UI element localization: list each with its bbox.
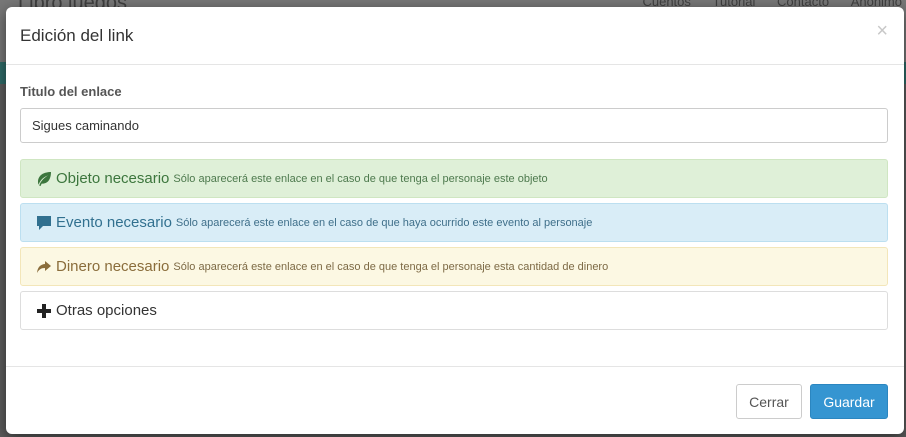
panel-title: Otras opciones xyxy=(56,302,157,319)
link-title-input[interactable] xyxy=(20,108,888,143)
panel-title: Objeto necesario xyxy=(56,170,170,187)
modal-header: Edición del link × xyxy=(6,7,904,65)
leaf-icon xyxy=(35,171,53,187)
modal-title: Edición del link xyxy=(20,26,134,45)
close-button[interactable]: Cerrar xyxy=(736,384,802,419)
comment-icon xyxy=(35,215,53,231)
panel-description: Sólo aparecerá este enlace en el caso de… xyxy=(173,172,548,185)
panel-objeto-necesario[interactable]: Objeto necesario Sólo aparecerá este enl… xyxy=(20,159,888,198)
edit-link-modal: Edición del link × Titulo del enlace Obj… xyxy=(6,7,904,434)
link-title-label: Titulo del enlace xyxy=(20,84,122,99)
panel-description: Sólo aparecerá este enlace en el caso de… xyxy=(175,216,593,229)
panel-title: Evento necesario xyxy=(56,214,172,231)
save-button[interactable]: Guardar xyxy=(810,384,888,419)
plus-icon xyxy=(35,303,53,319)
panel-description: Sólo aparecerá este enlace en el caso de… xyxy=(173,260,609,273)
close-icon[interactable]: × xyxy=(876,21,888,41)
panel-otras-opciones[interactable]: Otras opciones xyxy=(20,291,888,330)
panel-evento-necesario[interactable]: Evento necesario Sólo aparecerá este enl… xyxy=(20,203,888,242)
panel-title: Dinero necesario xyxy=(56,258,170,275)
modal-footer: Cerrar Guardar xyxy=(6,366,904,434)
panel-dinero-necesario[interactable]: Dinero necesario Sólo aparecerá este enl… xyxy=(20,247,888,286)
share-icon xyxy=(35,259,53,275)
